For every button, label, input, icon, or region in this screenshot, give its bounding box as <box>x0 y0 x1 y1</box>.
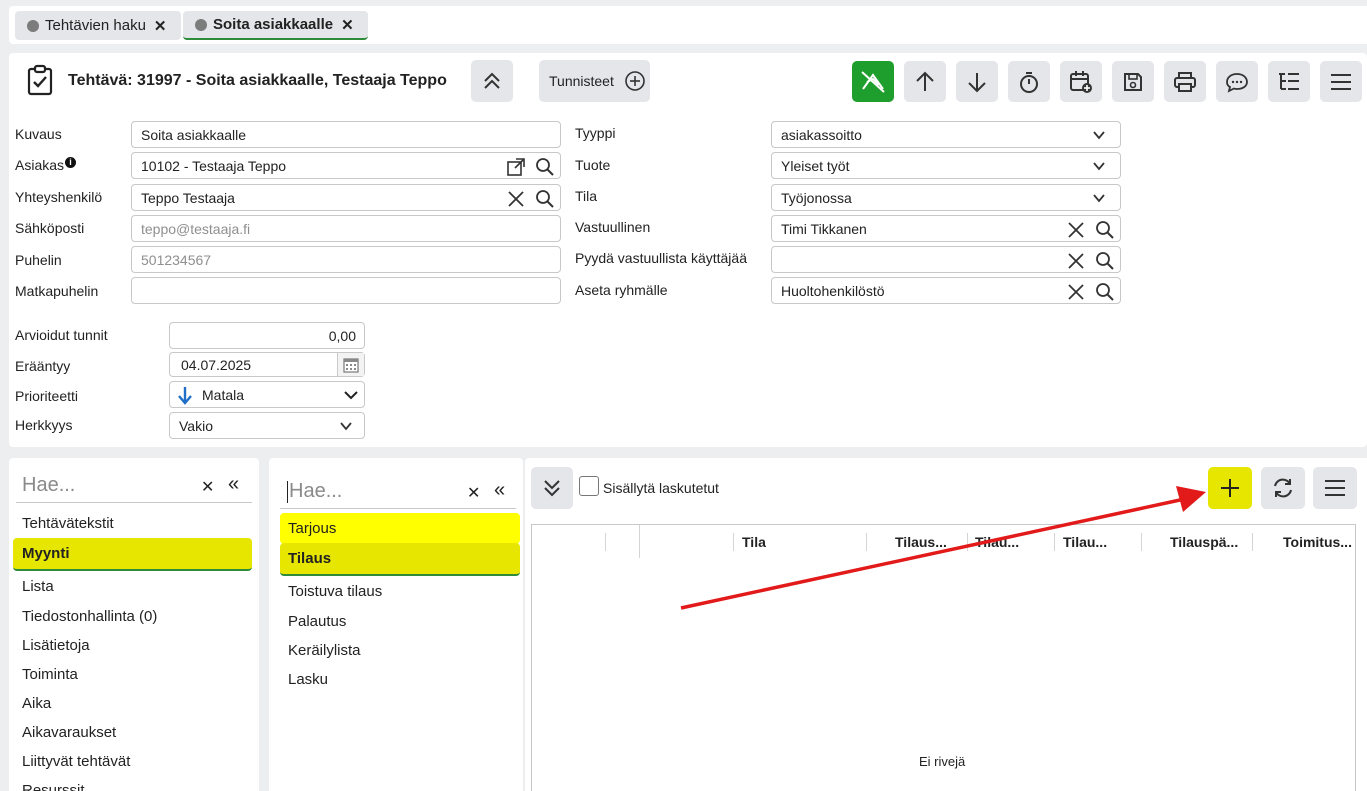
annotation-arrow-icon <box>680 486 1206 610</box>
